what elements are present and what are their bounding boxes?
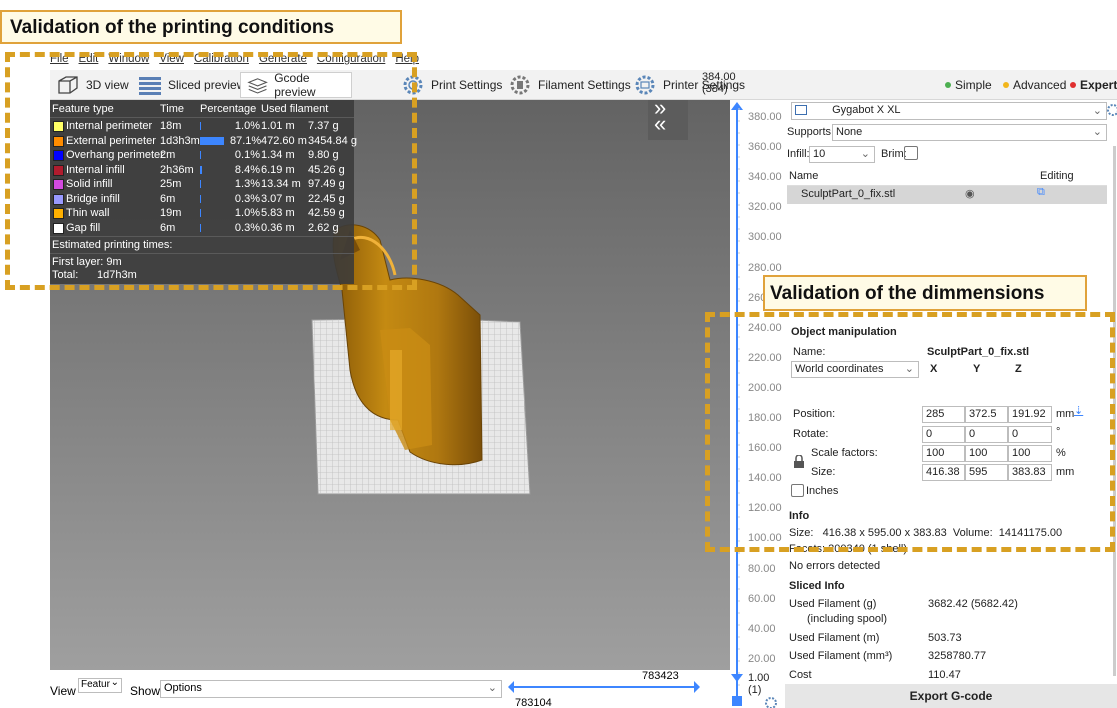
mode-expert[interactable]: Expert — [1070, 78, 1117, 92]
highlight-dimensions — [705, 312, 1115, 552]
view-select[interactable]: Featur ⌄ — [78, 677, 122, 693]
supports-select[interactable]: None ⌄ — [832, 124, 1107, 141]
layer-tick-label: 340.00 — [748, 171, 782, 184]
infill-select[interactable]: 10 ⌄ — [809, 146, 875, 163]
annotation-printing-conditions: Validation of the printing conditions — [0, 10, 402, 44]
filament-settings-label: Filament Settings — [538, 78, 631, 92]
lock-icon[interactable] — [732, 696, 742, 706]
hslider-right-thumb-icon[interactable] — [694, 681, 700, 693]
mode-simple-label: Simple — [955, 78, 992, 92]
info-errors-line: No errors detected — [789, 560, 881, 572]
layer-tick-label: 60.00 — [748, 592, 776, 605]
show-chevron-icon: ⌄ — [487, 682, 497, 694]
layer-tick-label: 20.00 — [748, 652, 776, 665]
chevron-down-icon: ⌄ — [1092, 105, 1102, 117]
sliced-info-value: 3258780.77 — [928, 650, 987, 662]
simple-dot-icon — [945, 82, 951, 88]
bottom-bar: View Featur ⌄ Show Options ⌄ 783423 783104 — [50, 670, 730, 708]
mode-advanced-label: Advanced — [1013, 78, 1067, 92]
highlight-printing-conditions — [5, 52, 417, 290]
layer-tick-label: 360.00 — [748, 141, 782, 154]
slider-bottom-value: 1.00 (1) — [748, 672, 770, 696]
object-list-header: Name Editing — [787, 168, 1107, 186]
chevron-left-icon: « — [654, 111, 667, 136]
slider-bottom-thumb-icon[interactable] — [731, 674, 743, 682]
slider-top-value: 384.00 (384) — [702, 71, 736, 95]
export-gcode-button[interactable]: Export G-code — [785, 684, 1117, 708]
show-label: Show — [130, 684, 161, 698]
hslider-left-thumb-icon[interactable] — [508, 681, 514, 693]
sliced-info-label: (including spool) — [807, 613, 888, 625]
edit-object-icon[interactable]: ⧉ — [1037, 186, 1045, 199]
printer-select[interactable]: Gygabot X XL ⌄ — [791, 102, 1107, 120]
infill-label: Infill: — [787, 148, 810, 160]
layer-tick-label: 40.00 — [748, 622, 776, 635]
mode-advanced[interactable]: Advanced — [1003, 78, 1066, 92]
horizontal-slider[interactable] — [506, 680, 702, 694]
show-select[interactable]: Options ⌄ — [160, 680, 502, 698]
collapse-sidebar-button[interactable]: » « — [648, 97, 688, 140]
eye-icon[interactable]: ◉ — [965, 187, 975, 200]
mode-expert-label: Expert — [1080, 78, 1117, 92]
view-chevron-icon: ⌄ — [110, 677, 119, 688]
printer-gear-icon — [635, 75, 655, 95]
slider-top-thumb-icon[interactable] — [731, 102, 743, 110]
mode-simple[interactable]: Simple — [945, 78, 992, 92]
expert-dot-icon — [1070, 82, 1076, 88]
supports-label: Supports: — [787, 126, 835, 138]
brim-checkbox[interactable] — [904, 146, 918, 160]
layer-tick-label: 380.00 — [748, 111, 782, 123]
hslider-bottom-value: 783104 — [515, 697, 552, 708]
sliced-info-label: Used Filament (g) — [789, 598, 877, 610]
layer-tick-label: 300.00 — [748, 231, 782, 244]
filament-settings-tab[interactable]: Filament Settings — [502, 72, 637, 98]
object-list-editing-header: Editing — [1040, 170, 1074, 182]
sliced-info-label: Used Filament (mm³) — [789, 650, 893, 662]
supports-chevron-icon: ⌄ — [1092, 126, 1102, 138]
advanced-dot-icon — [1003, 82, 1009, 88]
annotation-dimensions: Validation of the dimmensions — [763, 275, 1087, 311]
sliced-info-label: Used Filament (m) — [789, 632, 880, 644]
sliced-info-label: Cost — [789, 669, 812, 681]
layer-tick-label: 320.00 — [748, 201, 782, 214]
print-settings-label: Print Settings — [431, 78, 503, 92]
sliced-info-value: 110.47 — [928, 669, 961, 681]
sliced-info-value: 3682.42 (5682.42) — [928, 598, 1018, 610]
object-list-item[interactable]: SculptPart_0_fix.stl ◉ ⧉ — [787, 186, 1107, 204]
object-list-item-name: SculptPart_0_fix.stl — [801, 188, 896, 200]
sliced-info-value: 503.73 — [928, 632, 962, 644]
printer-name: Gygabot X XL — [832, 104, 901, 116]
layer-tick-label: 280.00 — [748, 261, 782, 274]
printer-settings-gear-icon[interactable] — [1107, 102, 1117, 118]
sliced-info-title: Sliced Info — [789, 580, 845, 592]
brim-label: Brim: — [881, 148, 907, 160]
printer-icon — [795, 105, 807, 116]
infill-chevron-icon: ⌄ — [860, 148, 870, 160]
object-list-name-header: Name — [789, 170, 819, 182]
slider-settings-icon[interactable] — [763, 696, 779, 708]
view-label: View — [50, 684, 76, 698]
layer-tick-label: 80.00 — [748, 562, 776, 575]
filament-gear-icon — [510, 75, 530, 95]
